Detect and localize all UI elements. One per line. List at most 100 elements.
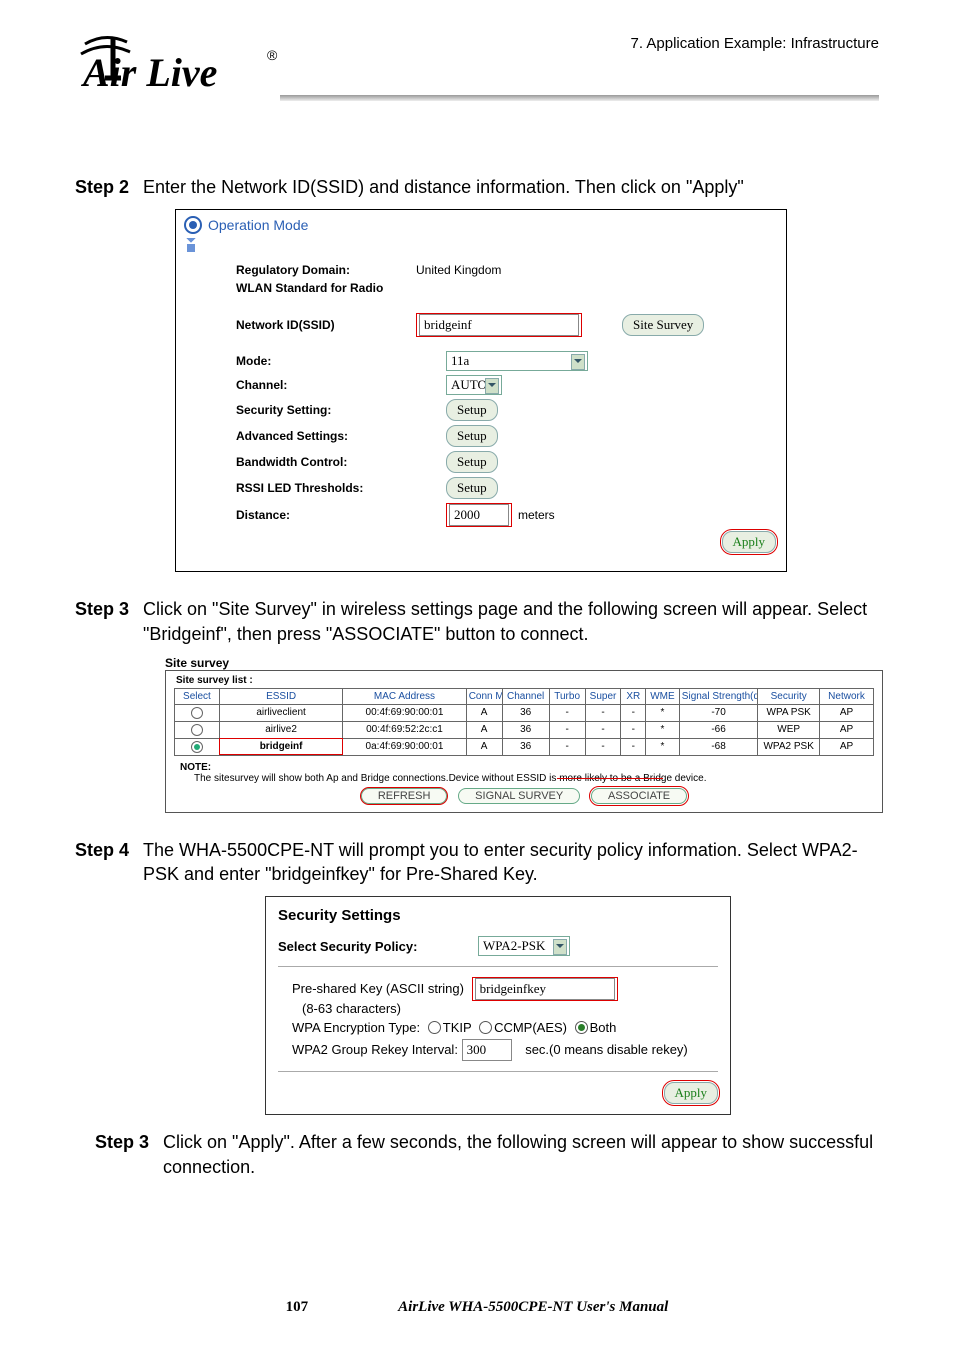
- ssid-label: Network ID(SSID): [236, 318, 406, 332]
- step-text: Enter the Network ID(SSID) and distance …: [143, 175, 744, 199]
- cell-select: [175, 721, 220, 738]
- step-3a: Step 3 Click on "Site Survey" in wireles…: [75, 597, 879, 646]
- cell-xr: -: [621, 721, 646, 738]
- mode-select[interactable]: 11a: [446, 351, 588, 371]
- radio-ccmp[interactable]: [479, 1021, 492, 1034]
- cell-signal: -66: [679, 721, 758, 738]
- advanced-setup-button[interactable]: Setup: [446, 425, 498, 447]
- wlan-std-label: WLAN Standard for Radio: [236, 281, 406, 295]
- cell-wme: *: [646, 704, 680, 721]
- cell-channel: 36: [502, 721, 549, 738]
- site-survey-button[interactable]: Site Survey: [622, 314, 704, 336]
- page-footer: 107 AirLive WHA-5500CPE-NT User's Manual: [0, 1299, 954, 1316]
- survey-col-header: MAC Address: [343, 688, 466, 704]
- survey-col-header: WME: [646, 688, 680, 704]
- row-radio[interactable]: [191, 741, 203, 753]
- cell-signal: -68: [679, 738, 758, 755]
- cell-security: WEP: [758, 721, 820, 738]
- psk-hint: (8-63 characters): [302, 1001, 401, 1016]
- chapter-title: 7. Application Example: Infrastructure: [631, 35, 879, 52]
- security-label: Security Setting:: [236, 403, 406, 417]
- security-apply-button[interactable]: Apply: [664, 1082, 719, 1104]
- cell-conn: A: [466, 704, 502, 721]
- page-number: 107: [286, 1299, 309, 1316]
- step-3b: Step 3 Click on "Apply". After a few sec…: [95, 1130, 879, 1179]
- survey-col-header: Select: [175, 688, 220, 704]
- survey-col-header: XR: [621, 688, 646, 704]
- panel-title: Operation Mode: [208, 217, 308, 233]
- header-rule: [280, 95, 879, 101]
- survey-col-header: Turbo: [549, 688, 585, 704]
- channel-label: Channel:: [236, 378, 406, 392]
- step-label: Step 2: [75, 175, 129, 199]
- step-2: Step 2 Enter the Network ID(SSID) and di…: [75, 175, 879, 199]
- radio-tkip[interactable]: [428, 1021, 441, 1034]
- cell-security: WPA2 PSK: [758, 738, 820, 755]
- cell-signal: -70: [679, 704, 758, 721]
- step-label: Step 3: [75, 597, 129, 646]
- note-text-a: The sitesurvey will show both Ap and Bri…: [194, 773, 559, 784]
- svg-text:Air Live: Air Live: [80, 50, 217, 95]
- mode-label: Mode:: [236, 354, 406, 368]
- apply-button[interactable]: Apply: [722, 531, 777, 553]
- manual-title: AirLive WHA-5500CPE-NT User's Manual: [398, 1299, 668, 1316]
- cell-mac: 0a:4f:69:90:00:01: [343, 738, 466, 755]
- step-4: Step 4 The WHA-5500CPE-NT will prompt yo…: [75, 838, 879, 887]
- cell-channel: 36: [502, 738, 549, 755]
- step-text: The WHA-5500CPE-NT will prompt you to en…: [143, 838, 879, 887]
- psk-label: Pre-shared Key (ASCII string): [292, 981, 464, 996]
- svg-text:®: ®: [267, 47, 278, 63]
- step-label: Step 4: [75, 838, 129, 887]
- site-survey-list-label: Site survey list :: [176, 675, 874, 686]
- channel-select[interactable]: AUTO: [446, 375, 502, 395]
- signal-survey-button[interactable]: SIGNAL SURVEY: [458, 788, 580, 804]
- cell-super: -: [585, 721, 621, 738]
- bandwidth-setup-button[interactable]: Setup: [446, 451, 498, 473]
- cell-wme: *: [646, 721, 680, 738]
- psk-input[interactable]: bridgeinfkey: [475, 978, 615, 1000]
- cell-xr: -: [621, 738, 646, 755]
- cell-turbo: -: [549, 721, 585, 738]
- note-text-b: more likely to be a Brid: [559, 773, 661, 784]
- table-row: airlive200:4f:69:52:2c:c1A36---*-66WEPAP: [175, 721, 874, 738]
- cell-essid: airliveclient: [219, 704, 342, 721]
- advanced-label: Advanced Settings:: [236, 429, 406, 443]
- table-row: bridgeinf0a:4f:69:90:00:01A36---*-68WPA2…: [175, 738, 874, 755]
- gear-icon: [184, 216, 202, 234]
- cell-turbo: -: [549, 704, 585, 721]
- cell-mac: 00:4f:69:90:00:01: [343, 704, 466, 721]
- rekey-unit: sec.(0 means disable rekey): [525, 1042, 688, 1057]
- row-radio[interactable]: [191, 707, 203, 719]
- site-survey-panel: Site survey list : SelectESSIDMAC Addres…: [165, 670, 883, 813]
- cell-essid: airlive2: [219, 721, 342, 738]
- home-icon: [184, 238, 198, 252]
- step-text: Click on "Apply". After a few seconds, t…: [163, 1130, 879, 1179]
- note-text-c: ge device.: [661, 773, 707, 784]
- step-label: Step 3: [95, 1130, 149, 1179]
- site-survey-heading: Site survey: [165, 656, 879, 670]
- distance-input[interactable]: 2000: [449, 504, 509, 526]
- enc-label: WPA Encryption Type:: [292, 1020, 420, 1035]
- survey-col-header: Conn Mode: [466, 688, 502, 704]
- refresh-button[interactable]: REFRESH: [361, 788, 448, 804]
- cell-select: [175, 704, 220, 721]
- cell-turbo: -: [549, 738, 585, 755]
- cell-channel: 36: [502, 704, 549, 721]
- cell-conn: A: [466, 738, 502, 755]
- rssi-setup-button[interactable]: Setup: [446, 477, 498, 499]
- survey-col-header: Security: [758, 688, 820, 704]
- airlive-logo: Air Live ®: [75, 20, 280, 100]
- rekey-input[interactable]: 300: [462, 1039, 512, 1061]
- note-label: NOTE:: [180, 762, 211, 773]
- radio-both[interactable]: [575, 1021, 588, 1034]
- policy-select[interactable]: WPA2-PSK: [478, 936, 570, 956]
- distance-unit: meters: [518, 508, 555, 522]
- cell-security: WPA PSK: [758, 704, 820, 721]
- operation-mode-panel: Operation Mode Regulatory Domain: United…: [175, 209, 787, 572]
- row-radio[interactable]: [191, 724, 203, 736]
- security-setup-button[interactable]: Setup: [446, 399, 498, 421]
- table-row: airliveclient00:4f:69:90:00:01A36---*-70…: [175, 704, 874, 721]
- ssid-input[interactable]: bridgeinf: [419, 314, 579, 336]
- associate-button[interactable]: ASSOCIATE: [591, 788, 687, 804]
- bandwidth-label: Bandwidth Control:: [236, 455, 406, 469]
